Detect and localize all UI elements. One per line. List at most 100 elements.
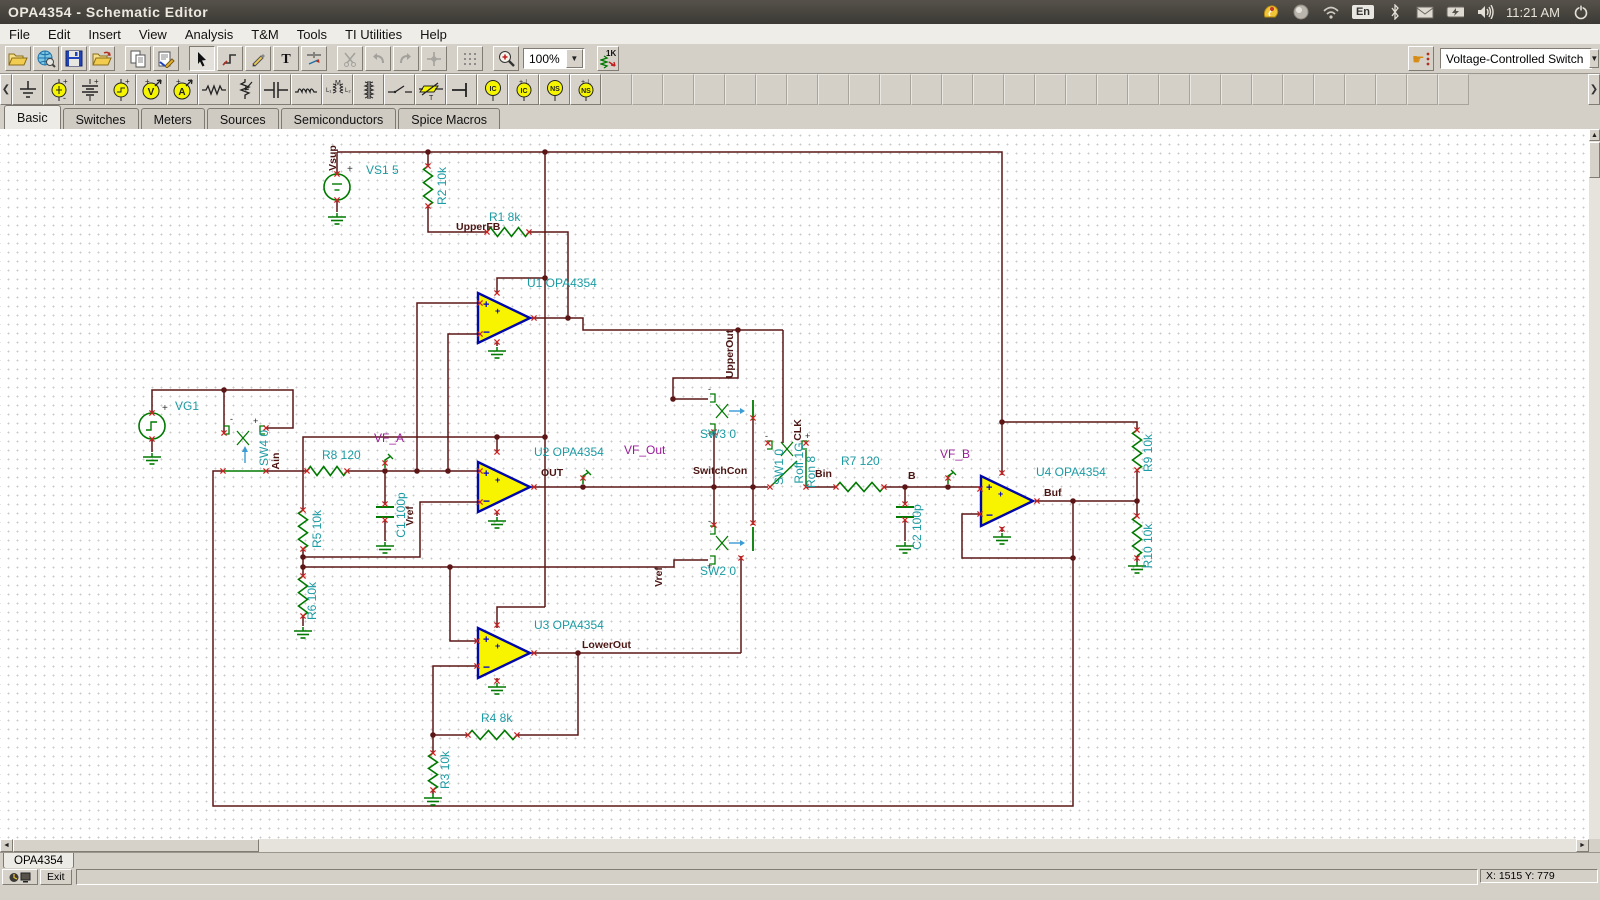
component-switch[interactable] xyxy=(384,74,415,105)
component-ic-plus[interactable]: +⊥IC xyxy=(508,74,539,105)
component-label-r6-10k[interactable]: R6 10k xyxy=(306,582,318,620)
net-label-b[interactable]: B xyxy=(908,471,916,482)
component-ground[interactable] xyxy=(12,74,43,105)
net-label-vsup[interactable]: Vsup xyxy=(328,145,339,171)
zoom-in-icon[interactable] xyxy=(493,46,519,71)
exit-button[interactable]: Exit xyxy=(40,869,72,885)
component-ic[interactable]: IC xyxy=(477,74,508,105)
probe-label-vf-b[interactable]: VF_B xyxy=(940,448,970,460)
component-ammeter[interactable]: A+ xyxy=(167,74,198,105)
app-yellow-icon[interactable] xyxy=(1262,4,1280,20)
cut-icon[interactable] xyxy=(337,46,363,71)
net-label-buf[interactable]: Buf xyxy=(1044,488,1062,499)
battery-icon[interactable] xyxy=(1446,4,1464,20)
component-label-r10-10k[interactable]: R10 10k xyxy=(1142,524,1154,569)
net-label-out[interactable]: OUT xyxy=(541,468,563,479)
component-label-sw3-0[interactable]: SW3 0 xyxy=(700,428,736,440)
component-label-u4-opa4354[interactable]: U4 OPA4354 xyxy=(1036,466,1106,478)
component-relay[interactable]: T xyxy=(415,74,446,105)
save-icon[interactable] xyxy=(61,46,87,71)
menu-edit[interactable]: Edit xyxy=(39,25,79,44)
probe-label-vf-a[interactable]: VF_A xyxy=(374,432,404,444)
text-icon[interactable]: T xyxy=(273,46,299,71)
component-ns-macro[interactable]: NS xyxy=(539,74,570,105)
tab-spice-macros[interactable]: Spice Macros xyxy=(398,108,500,129)
vertical-scrollbar-thumb[interactable] xyxy=(1589,142,1600,178)
mail-icon[interactable] xyxy=(1416,4,1434,20)
component-resistor[interactable] xyxy=(198,74,229,105)
clock[interactable]: 11:21 AM xyxy=(1506,5,1560,20)
component-label-vg1[interactable]: VG1 xyxy=(175,400,199,412)
net-label-ain[interactable]: Ain xyxy=(271,453,282,470)
sheet-tab-opa4354[interactable]: OPA4354 xyxy=(3,853,74,869)
net-label-bin[interactable]: Bin xyxy=(815,469,832,480)
pencil-icon[interactable] xyxy=(245,46,271,71)
menu-view[interactable]: View xyxy=(130,25,176,44)
default-component-icon[interactable]: 1K xyxy=(597,46,619,71)
horizontal-scrollbar-thumb[interactable] xyxy=(13,839,259,852)
volume-icon[interactable] xyxy=(1476,4,1494,20)
component-label-u2-opa4354[interactable]: U2 OPA4354 xyxy=(534,446,604,458)
tab-sources[interactable]: Sources xyxy=(207,108,279,129)
component-potentiometer[interactable] xyxy=(229,74,260,105)
component-battery[interactable]: + xyxy=(74,74,105,105)
interactive-mode-icon[interactable]: ☛ xyxy=(1408,46,1434,71)
component-transformer[interactable] xyxy=(353,74,384,105)
bluetooth-icon[interactable] xyxy=(1386,4,1404,20)
component-label-r4-8k[interactable]: R4 8k xyxy=(481,712,512,724)
component-ns-macro-plus[interactable]: +⊥NS xyxy=(570,74,601,105)
scrollbar-left-arrow[interactable]: ◄ xyxy=(0,839,13,852)
wire-icon[interactable] xyxy=(217,46,243,71)
component-label-r5-10k[interactable]: R5 10k xyxy=(311,510,323,548)
component-label-r9-10k[interactable]: R9 10k xyxy=(1142,434,1154,472)
component-voltage-generator[interactable]: + xyxy=(105,74,136,105)
tab-semiconductors[interactable]: Semiconductors xyxy=(281,108,397,129)
export-icon[interactable] xyxy=(89,46,115,71)
paste-icon[interactable] xyxy=(153,46,179,71)
redo-icon[interactable] xyxy=(393,46,419,71)
web-open-icon[interactable] xyxy=(33,46,59,71)
net-label-upperout[interactable]: UpperOut xyxy=(725,330,736,378)
copy-icon[interactable] xyxy=(125,46,151,71)
probe-label-vf-out[interactable]: VF_Out xyxy=(624,444,665,456)
tab-switches[interactable]: Switches xyxy=(63,108,139,129)
component-label-c2-100p[interactable]: C2 100p xyxy=(911,504,923,549)
keyboard-layout-indicator[interactable]: En xyxy=(1352,5,1374,19)
menu-t-m[interactable]: T&M xyxy=(242,25,287,44)
component-label-sw1-0[interactable]: SW1 0 xyxy=(773,449,785,485)
menu-insert[interactable]: Insert xyxy=(79,25,130,44)
net-label-lowerout[interactable]: LowerOut xyxy=(582,640,631,651)
interactive-mode-dropdown-arrow[interactable]: ▼ xyxy=(1589,49,1599,68)
component-label-u3-opa4354[interactable]: U3 OPA4354 xyxy=(534,619,604,631)
scrollbar-up-arrow[interactable]: ▲ xyxy=(1589,129,1600,141)
component-coupled-inductors[interactable]: ML₁L₂ xyxy=(322,74,353,105)
scroll-left-icon[interactable]: ❮ xyxy=(0,74,12,105)
interactive-mode-combo[interactable]: Voltage-Controlled Switch ▼ xyxy=(1440,48,1592,69)
component-label-u1-opa4354[interactable]: U1 OPA4354 xyxy=(527,277,597,289)
schematic-canvas[interactable]: ++−++−++−++−++-+-+-+-+ VsupVS1 5R2 10kUp… xyxy=(0,129,1589,839)
tab-meters[interactable]: Meters xyxy=(141,108,205,129)
component-label-sw4-0[interactable]: SW4 0 xyxy=(258,430,270,466)
zoom-level-combo[interactable]: 100% ▼ xyxy=(523,48,585,69)
component-label-r7-120[interactable]: R7 120 xyxy=(841,455,880,467)
zoom-dropdown-arrow[interactable]: ▼ xyxy=(566,49,583,68)
menu-tools[interactable]: Tools xyxy=(288,25,336,44)
menu-ti-utilities[interactable]: TI Utilities xyxy=(336,25,411,44)
tab-basic[interactable]: Basic xyxy=(4,105,61,129)
net-label-switchcon[interactable]: SwitchCon xyxy=(693,466,747,477)
component-label-r3-10k[interactable]: R3 10k xyxy=(439,751,451,789)
vertical-scrollbar[interactable]: ▲ ▼ xyxy=(1589,129,1600,852)
net-label-vref[interactable]: Vref xyxy=(405,506,416,526)
component-label-r8-120[interactable]: R8 120 xyxy=(322,449,361,461)
cursor-icon[interactable] xyxy=(189,46,215,71)
net-label-clk[interactable]: CLK xyxy=(793,419,804,441)
component-voltage-source[interactable]: +- xyxy=(43,74,74,105)
scrollbar-right-arrow[interactable]: ► xyxy=(1576,839,1589,852)
menu-analysis[interactable]: Analysis xyxy=(176,25,242,44)
horizontal-scrollbar[interactable]: ◄ ► xyxy=(0,839,1589,852)
menu-file[interactable]: File xyxy=(0,25,39,44)
net-label-vref[interactable]: Vref xyxy=(654,567,665,587)
component-jumper[interactable] xyxy=(446,74,477,105)
wifi-icon[interactable] xyxy=(1322,4,1340,20)
shape-icon[interactable] xyxy=(301,46,327,71)
